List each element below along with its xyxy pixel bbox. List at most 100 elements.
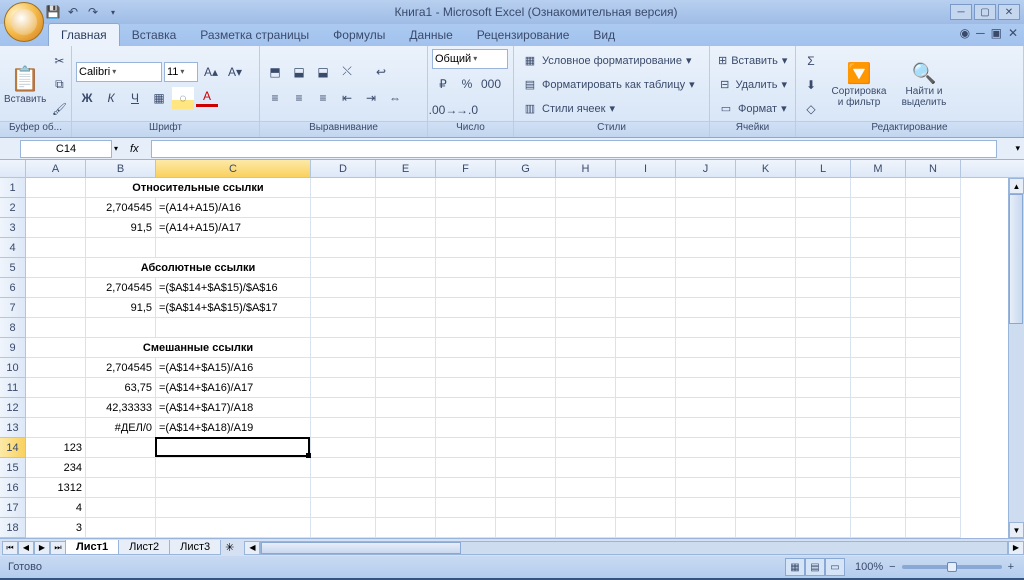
restore-workbook-icon[interactable]: ▣ — [991, 26, 1002, 40]
cell-M4[interactable] — [851, 238, 906, 258]
cell-H14[interactable] — [556, 438, 616, 458]
cell-G4[interactable] — [496, 238, 556, 258]
align-right-icon[interactable]: ≡ — [312, 87, 334, 109]
cell-E14[interactable] — [376, 438, 436, 458]
cell-J12[interactable] — [676, 398, 736, 418]
cell-H10[interactable] — [556, 358, 616, 378]
cell-I2[interactable] — [616, 198, 676, 218]
cell-D9[interactable] — [311, 338, 376, 358]
qat-dropdown-icon[interactable]: ▾ — [104, 3, 122, 21]
cell-E17[interactable] — [376, 498, 436, 518]
cell-B14[interactable] — [86, 438, 156, 458]
cell-H1[interactable] — [556, 178, 616, 198]
close-workbook-icon[interactable]: ✕ — [1008, 26, 1018, 40]
col-header-N[interactable]: N — [906, 160, 961, 177]
cell-N7[interactable] — [906, 298, 961, 318]
cell-E4[interactable] — [376, 238, 436, 258]
formula-input[interactable] — [151, 140, 998, 158]
font-name-combo[interactable]: Calibri▾ — [76, 62, 162, 82]
cell-B4[interactable] — [86, 238, 156, 258]
format-painter-icon[interactable]: 🖌 — [48, 98, 70, 120]
cell-N2[interactable] — [906, 198, 961, 218]
cell-M18[interactable] — [851, 518, 906, 538]
cell-E7[interactable] — [376, 298, 436, 318]
cell-E5[interactable] — [376, 258, 436, 278]
row-header-10[interactable]: 10 — [0, 358, 26, 378]
comma-icon[interactable]: 000 — [480, 73, 502, 95]
cell-B11[interactable]: 63,75 — [86, 378, 156, 398]
col-header-J[interactable]: J — [676, 160, 736, 177]
cell-L14[interactable] — [796, 438, 851, 458]
tab-Данные[interactable]: Данные — [397, 24, 464, 46]
row-header-7[interactable]: 7 — [0, 298, 26, 318]
cell-K1[interactable] — [736, 178, 796, 198]
cell-G7[interactable] — [496, 298, 556, 318]
cell-L2[interactable] — [796, 198, 851, 218]
cell-B1[interactable]: Относительные ссылки — [86, 178, 311, 198]
insert-cells-button[interactable]: ⊞Вставить▾ — [714, 50, 791, 72]
cell-M2[interactable] — [851, 198, 906, 218]
cell-D15[interactable] — [311, 458, 376, 478]
cell-A11[interactable] — [26, 378, 86, 398]
cell-D3[interactable] — [311, 218, 376, 238]
cell-J9[interactable] — [676, 338, 736, 358]
cell-D18[interactable] — [311, 518, 376, 538]
zoom-in-icon[interactable]: + — [1008, 561, 1014, 573]
cell-H4[interactable] — [556, 238, 616, 258]
cell-J13[interactable] — [676, 418, 736, 438]
vertical-scrollbar[interactable]: ▲ ▼ — [1008, 178, 1024, 538]
cell-K15[interactable] — [736, 458, 796, 478]
cell-G6[interactable] — [496, 278, 556, 298]
cell-N10[interactable] — [906, 358, 961, 378]
scroll-down-icon[interactable]: ▼ — [1009, 522, 1024, 538]
cell-A14[interactable]: 123 — [26, 438, 86, 458]
view-layout-icon[interactable]: ▤ — [805, 558, 825, 576]
cell-F11[interactable] — [436, 378, 496, 398]
cell-L5[interactable] — [796, 258, 851, 278]
row-header-16[interactable]: 16 — [0, 478, 26, 498]
cell-G14[interactable] — [496, 438, 556, 458]
increase-font-icon[interactable]: A▴ — [200, 61, 222, 83]
cell-J4[interactable] — [676, 238, 736, 258]
help-icon[interactable]: ◉ — [960, 26, 970, 40]
cell-F6[interactable] — [436, 278, 496, 298]
row-header-11[interactable]: 11 — [0, 378, 26, 398]
cell-E10[interactable] — [376, 358, 436, 378]
cell-L6[interactable] — [796, 278, 851, 298]
cell-F9[interactable] — [436, 338, 496, 358]
align-center-icon[interactable]: ≡ — [288, 87, 310, 109]
cell-I18[interactable] — [616, 518, 676, 538]
col-header-I[interactable]: I — [616, 160, 676, 177]
tab-Формулы[interactable]: Формулы — [321, 24, 397, 46]
cell-D11[interactable] — [311, 378, 376, 398]
cell-N18[interactable] — [906, 518, 961, 538]
cell-F12[interactable] — [436, 398, 496, 418]
cell-D7[interactable] — [311, 298, 376, 318]
cell-H5[interactable] — [556, 258, 616, 278]
cell-B9[interactable]: Смешанные ссылки — [86, 338, 311, 358]
align-bottom-icon[interactable]: ⬓ — [312, 61, 334, 83]
cell-I4[interactable] — [616, 238, 676, 258]
zoom-slider[interactable] — [902, 565, 1002, 569]
cell-F8[interactable] — [436, 318, 496, 338]
cell-A5[interactable] — [26, 258, 86, 278]
font-size-combo[interactable]: 11▾ — [164, 62, 198, 82]
cell-I16[interactable] — [616, 478, 676, 498]
cell-C7[interactable]: =($A$14+$A$15)/$A$17 — [156, 298, 311, 318]
scroll-right-icon[interactable]: ▶ — [1008, 541, 1024, 555]
zoom-out-icon[interactable]: − — [889, 561, 895, 573]
cell-G2[interactable] — [496, 198, 556, 218]
cell-K7[interactable] — [736, 298, 796, 318]
name-box[interactable]: C14 — [20, 140, 112, 158]
col-header-M[interactable]: M — [851, 160, 906, 177]
cell-K12[interactable] — [736, 398, 796, 418]
cell-A12[interactable] — [26, 398, 86, 418]
cell-J3[interactable] — [676, 218, 736, 238]
new-sheet-icon[interactable]: ✳ — [225, 541, 234, 554]
cell-H9[interactable] — [556, 338, 616, 358]
cell-E13[interactable] — [376, 418, 436, 438]
row-header-1[interactable]: 1 — [0, 178, 26, 198]
cell-F18[interactable] — [436, 518, 496, 538]
cell-C16[interactable] — [156, 478, 311, 498]
col-header-B[interactable]: B — [86, 160, 156, 177]
